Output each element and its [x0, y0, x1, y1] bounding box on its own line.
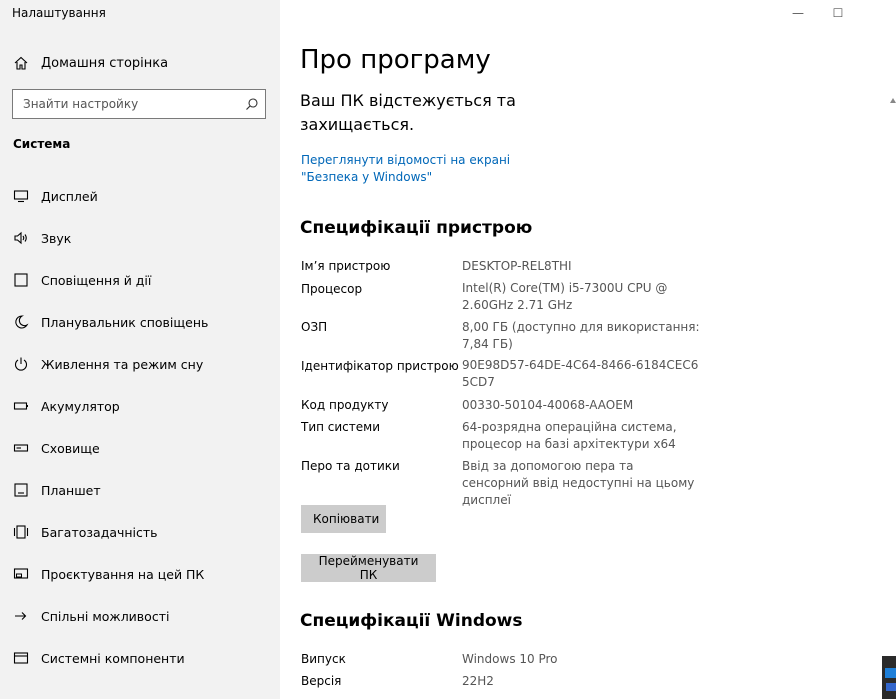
- moon-icon: [13, 314, 29, 330]
- section-title: Система: [13, 137, 71, 151]
- sidebar-item-label: Проєктування на цей ПК: [41, 566, 205, 582]
- spec-label: Версія: [301, 674, 342, 688]
- spec-label: Тип системи: [301, 420, 381, 434]
- sidebar-item-notifications[interactable]: Сповіщення й дії: [0, 259, 280, 301]
- spec-value: 00330-50104-40068-AAOEM: [462, 398, 634, 412]
- spec-label: Ім’я пристрою: [301, 259, 391, 273]
- spec-value: 8,00 ГБ (доступно для використання: 7,84…: [462, 320, 700, 351]
- sidebar-item-components[interactable]: Системні компоненти: [0, 637, 280, 679]
- sidebar-item-label: Спільні можливості: [41, 608, 170, 624]
- spec-value: Windows 10 Pro: [462, 652, 558, 666]
- spec-label: ОЗП: [301, 320, 328, 334]
- sidebar-item-focus-assist[interactable]: Планувальник сповіщень: [0, 301, 280, 343]
- storage-icon: [13, 440, 29, 456]
- sidebar-item-label: Багатозадачність: [41, 524, 158, 540]
- spec-value: 90E98D57-64DE-4C64-8466-6184CEC65CD7: [462, 358, 699, 389]
- spec-label: Процесор: [301, 282, 363, 296]
- security-link[interactable]: Переглянути відомості на екрані "Безпека…: [301, 152, 571, 186]
- device-specs-heading: Специфікації пристрою: [300, 218, 533, 238]
- sidebar-item-label: Звук: [41, 230, 72, 246]
- sidebar-item-label: Планшет: [41, 482, 101, 498]
- power-icon: [13, 356, 29, 372]
- page-title: Про програму: [300, 45, 491, 75]
- sidebar-item-sound[interactable]: Звук: [0, 217, 280, 259]
- sidebar-item-label: Живлення та режим сну: [41, 356, 204, 372]
- maximize-button[interactable]: ☐: [816, 0, 860, 26]
- home-nav-item[interactable]: Домашня сторінка: [0, 50, 280, 76]
- notifications-icon: [13, 272, 29, 288]
- spec-value: 64-розрядна операційна система, процесор…: [462, 420, 677, 451]
- scroll-up-arrow-icon[interactable]: [890, 98, 896, 103]
- tablet-icon: [13, 482, 29, 498]
- sound-icon: [13, 230, 29, 246]
- sidebar-item-label: Акумулятор: [41, 398, 120, 414]
- sidebar-item-label: Системні компоненти: [41, 650, 185, 666]
- shared-icon: [13, 608, 29, 624]
- home-label: Домашня сторінка: [41, 55, 169, 71]
- sidebar: Налаштування Домашня сторінка Система Ди…: [0, 0, 280, 699]
- home-icon: [14, 56, 28, 70]
- rename-pc-button[interactable]: Перейменувати ПК: [301, 554, 436, 582]
- search-icon[interactable]: [245, 97, 259, 111]
- spec-value: DESKTOP-REL8THI: [462, 259, 572, 273]
- sidebar-item-power[interactable]: Живлення та режим сну: [0, 343, 280, 385]
- sidebar-item-projecting[interactable]: Проєктування на цей ПК: [0, 553, 280, 595]
- app-title: Налаштування: [12, 6, 106, 20]
- display-icon: [13, 188, 29, 204]
- sidebar-item-label: Сповіщення й дії: [41, 272, 152, 288]
- protection-status: Ваш ПК відстежується та захищається.: [300, 91, 516, 134]
- sidebar-item-display[interactable]: Дисплей: [0, 175, 280, 217]
- search-input[interactable]: [23, 97, 245, 111]
- taskbar-app-icon[interactable]: [882, 656, 896, 699]
- sidebar-nav: Дисплей Звук Сповіщення й дії Планувальн…: [0, 175, 280, 679]
- sidebar-item-battery[interactable]: Акумулятор: [0, 385, 280, 427]
- sidebar-item-label: Планувальник сповіщень: [41, 314, 209, 330]
- battery-icon: [13, 398, 29, 414]
- maximize-icon: ☐: [832, 6, 844, 20]
- projecting-icon: [13, 566, 29, 582]
- spec-label: Перо та дотики: [301, 459, 400, 473]
- sidebar-item-label: Дисплей: [41, 188, 98, 204]
- windows-specs-heading: Специфікації Windows: [300, 611, 523, 631]
- multitasking-icon: [13, 524, 29, 540]
- sidebar-item-multitasking[interactable]: Багатозадачність: [0, 511, 280, 553]
- sidebar-item-label: Сховище: [41, 440, 100, 456]
- sidebar-item-shared[interactable]: Спільні можливості: [0, 595, 280, 637]
- sidebar-item-storage[interactable]: Сховище: [0, 427, 280, 469]
- spec-label: Ідентифікатор пристрою: [301, 359, 459, 373]
- spec-label: Випуск: [301, 652, 346, 666]
- spec-value: Intel(R) Core(TM) i5-7300U CPU @ 2.60GHz…: [462, 281, 668, 312]
- minimize-button[interactable]: —: [776, 0, 820, 26]
- spec-value: 22H2: [462, 674, 494, 688]
- sidebar-item-tablet[interactable]: Планшет: [0, 469, 280, 511]
- spec-value: Ввід за допомогою пера та сенсорний ввід…: [462, 459, 695, 507]
- components-icon: [13, 650, 29, 666]
- spec-label: Код продукту: [301, 398, 389, 412]
- minimize-icon: —: [792, 6, 804, 20]
- copy-button[interactable]: Копіювати: [301, 505, 386, 533]
- search-box[interactable]: [12, 89, 266, 119]
